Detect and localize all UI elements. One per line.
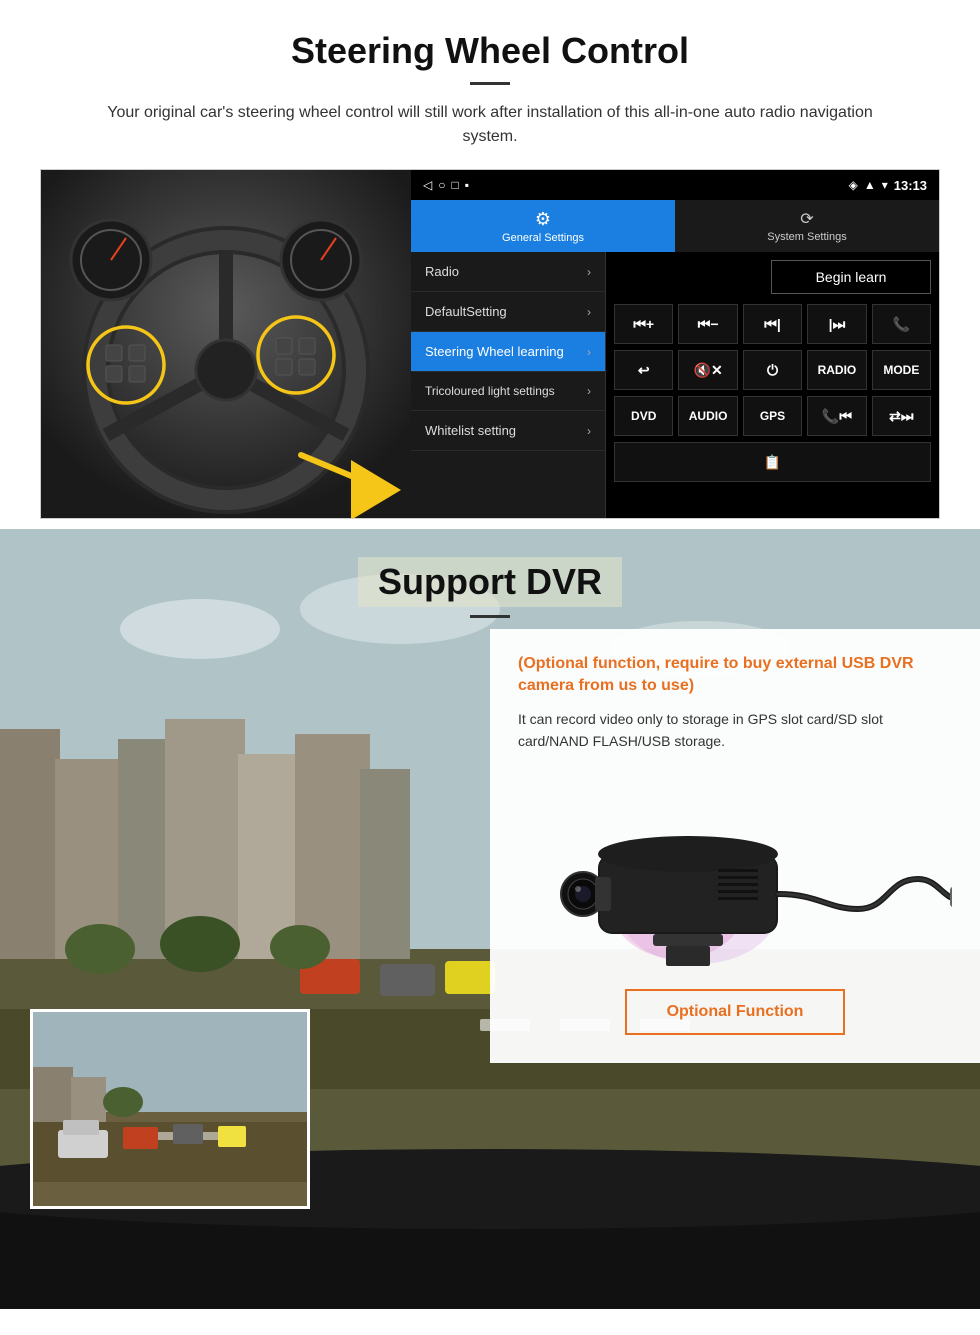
statusbar-right-icons: ◈ ▲ ▾ 13:13 bbox=[849, 178, 927, 193]
page-title: Steering Wheel Control bbox=[40, 30, 940, 72]
general-settings-label: General Settings bbox=[502, 232, 584, 244]
steering-wheel-section: Steering Wheel Control Your original car… bbox=[0, 0, 980, 529]
control-row-2: ↩ 🔇✕ ⏻ RADIO MODE bbox=[614, 350, 931, 390]
vol-up-btn[interactable]: ⏮+ bbox=[614, 304, 673, 344]
media-btn[interactable]: 📋 bbox=[614, 442, 931, 482]
menu-item-tricoloured[interactable]: Tricoloured light settings › bbox=[411, 372, 605, 411]
phone-btn[interactable]: 📞 bbox=[872, 304, 931, 344]
menu-item-steering-label: Steering Wheel learning bbox=[425, 344, 564, 359]
general-settings-icon: ⚙ bbox=[535, 209, 551, 230]
menu-item-default-label: DefaultSetting bbox=[425, 304, 507, 319]
mute-btn[interactable]: 🔇✕ bbox=[678, 350, 737, 390]
menu-item-radio[interactable]: Radio › bbox=[411, 252, 605, 292]
radio-btn[interactable]: RADIO bbox=[807, 350, 866, 390]
control-row-4: 📋 bbox=[614, 442, 931, 482]
android-content: Radio › DefaultSetting › Steering Wheel … bbox=[411, 252, 939, 518]
statusbar-left-icons: ◁ ○ □ ▪ bbox=[423, 178, 469, 192]
wifi-icon: ▾ bbox=[882, 178, 888, 192]
begin-learn-row: Begin learn bbox=[614, 260, 931, 298]
control-row-1: ⏮+ ⏮− ⏮| |⏭ 📞 bbox=[614, 304, 931, 344]
menu-item-steering-wheel[interactable]: Steering Wheel learning › bbox=[411, 332, 605, 372]
dvr-title: Support DVR bbox=[358, 557, 622, 607]
status-time: 13:13 bbox=[894, 178, 927, 193]
dvr-title-area: Support DVR bbox=[0, 529, 980, 618]
hang-up-btn[interactable]: ↩ bbox=[614, 350, 673, 390]
vol-down-btn[interactable]: ⏮− bbox=[678, 304, 737, 344]
gps-btn[interactable]: GPS bbox=[743, 396, 802, 436]
settings-menu-list: Radio › DefaultSetting › Steering Wheel … bbox=[411, 252, 606, 518]
power-btn[interactable]: ⏻ bbox=[743, 350, 802, 390]
phone-prev-btn[interactable]: 📞⏮ bbox=[807, 396, 866, 436]
tab-system-settings[interactable]: ⟳ System Settings bbox=[675, 200, 939, 252]
menu-nav-icon: ▪ bbox=[465, 178, 469, 192]
dvr-info-card: (Optional function, require to buy exter… bbox=[490, 629, 980, 1063]
tricoloured-chevron-icon: › bbox=[587, 384, 591, 398]
signal-icon: ▲ bbox=[864, 178, 876, 192]
dvr-title-divider bbox=[470, 615, 510, 618]
location-icon: ◈ bbox=[849, 178, 858, 192]
control-row-3: DVD AUDIO GPS 📞⏮ ⇄⏭ bbox=[614, 396, 931, 436]
tab-general-settings[interactable]: ⚙ General Settings bbox=[411, 200, 675, 252]
android-statusbar: ◁ ○ □ ▪ ◈ ▲ ▾ 13:13 bbox=[411, 170, 939, 200]
dvr-camera-image bbox=[518, 769, 952, 969]
menu-item-default-setting[interactable]: DefaultSetting › bbox=[411, 292, 605, 332]
recents-nav-icon: □ bbox=[451, 178, 458, 192]
system-settings-icon: ⟳ bbox=[800, 209, 813, 229]
default-chevron-icon: › bbox=[587, 305, 591, 319]
steering-chevron-icon: › bbox=[587, 345, 591, 359]
menu-item-radio-label: Radio bbox=[425, 264, 459, 279]
dvr-description: It can record video only to storage in G… bbox=[518, 708, 952, 753]
menu-item-whitelist-label: Whitelist setting bbox=[425, 423, 516, 438]
system-settings-label: System Settings bbox=[767, 231, 846, 243]
optional-function-button[interactable]: Optional Function bbox=[625, 989, 846, 1035]
title-divider bbox=[470, 82, 510, 85]
next-track-btn[interactable]: |⏭ bbox=[807, 304, 866, 344]
dvd-btn[interactable]: DVD bbox=[614, 396, 673, 436]
steering-wheel-photo bbox=[41, 170, 411, 519]
dvr-section: Support DVR (Optional bbox=[0, 529, 980, 1309]
radio-chevron-icon: › bbox=[587, 265, 591, 279]
audio-btn[interactable]: AUDIO bbox=[678, 396, 737, 436]
steering-description: Your original car's steering wheel contr… bbox=[80, 101, 900, 149]
menu-item-whitelist[interactable]: Whitelist setting › bbox=[411, 411, 605, 451]
mode-btn[interactable]: MODE bbox=[872, 350, 931, 390]
whitelist-chevron-icon: › bbox=[587, 424, 591, 438]
back-nav-icon: ◁ bbox=[423, 178, 432, 192]
begin-learn-button[interactable]: Begin learn bbox=[771, 260, 931, 294]
android-screen: ◁ ○ □ ▪ ◈ ▲ ▾ 13:13 ⚙ General Settings bbox=[411, 170, 939, 518]
dvr-thumbnail bbox=[30, 1009, 310, 1209]
home-nav-icon: ○ bbox=[438, 178, 445, 192]
steering-demo-area: ◁ ○ □ ▪ ◈ ▲ ▾ 13:13 ⚙ General Settings bbox=[40, 169, 940, 519]
menu-item-tricoloured-label: Tricoloured light settings bbox=[425, 384, 555, 398]
android-tabs: ⚙ General Settings ⟳ System Settings bbox=[411, 200, 939, 252]
shuffle-next-btn[interactable]: ⇄⏭ bbox=[872, 396, 931, 436]
prev-track-btn[interactable]: ⏮| bbox=[743, 304, 802, 344]
dvr-optional-text: (Optional function, require to buy exter… bbox=[518, 653, 952, 698]
steering-controls-panel: Begin learn ⏮+ ⏮− ⏮| |⏭ 📞 ↩ 🔇✕ ⏻ bbox=[606, 252, 939, 518]
